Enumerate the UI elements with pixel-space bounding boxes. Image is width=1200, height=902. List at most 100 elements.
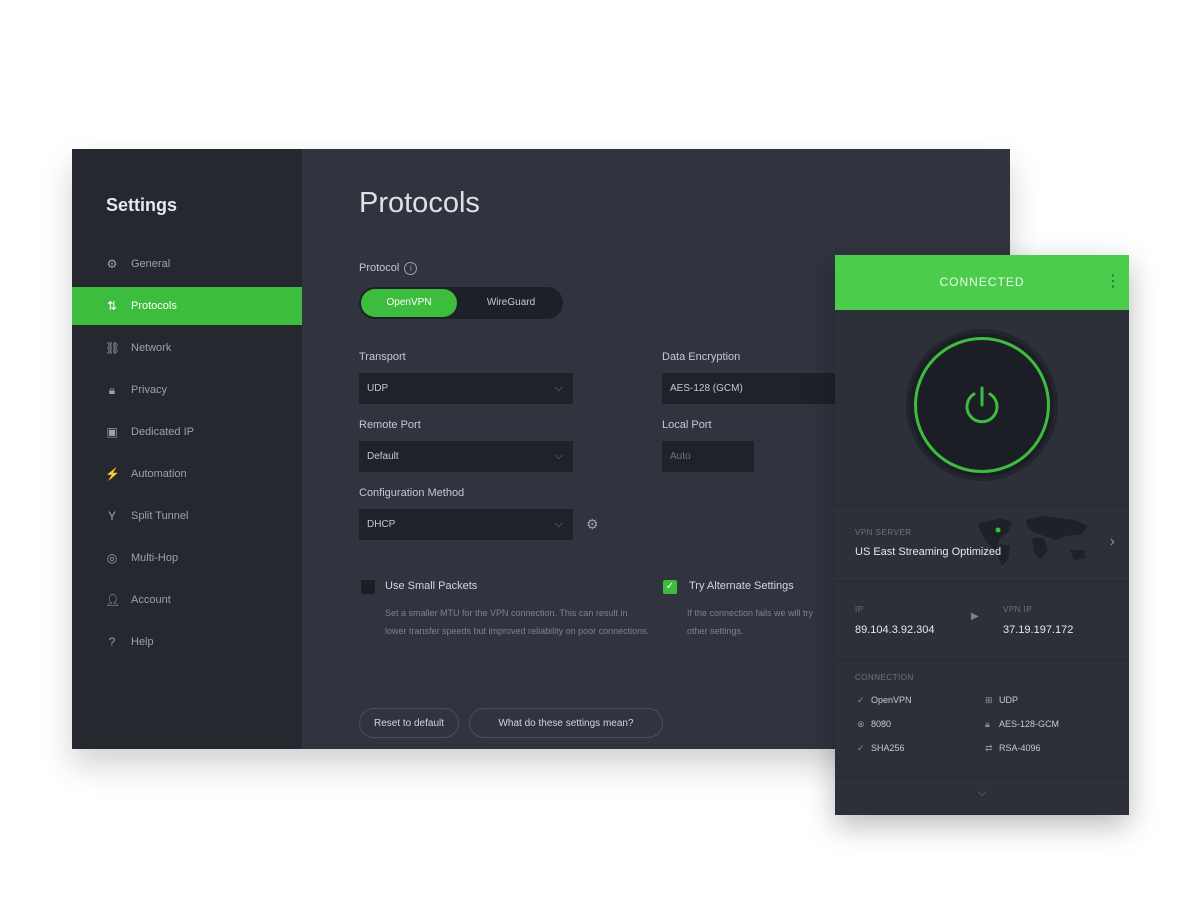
connection-item: ✓ OpenVPN	[857, 695, 912, 706]
alternate-settings-description: If the connection fails we will try othe…	[687, 608, 814, 636]
vpn-ip-label: VPN IP	[1003, 605, 1033, 614]
data-encryption-label: Data Encryption	[662, 351, 741, 363]
network-icon: ⛓	[105, 341, 121, 355]
configuration-method-label: Configuration Method	[359, 487, 465, 499]
protocol-label-row: Protocol i	[359, 262, 418, 275]
account-icon: 👤︎	[105, 593, 121, 607]
sidebar-item-multihop[interactable]: ◎ Multi-Hop	[72, 539, 302, 577]
chevron-down-icon: ⌵	[554, 518, 563, 530]
encryption-icon: 🔒︎	[985, 719, 990, 729]
divider	[835, 505, 1129, 506]
connection-status: CONNECTED	[939, 275, 1025, 289]
sidebar-item-label: Protocols	[131, 300, 177, 312]
location-label: VPN SERVER	[855, 528, 912, 537]
handshake-icon: ⇄	[985, 743, 993, 753]
dedicated-ip-icon: ▣	[106, 425, 118, 439]
local-port-input[interactable]	[662, 441, 754, 472]
divider	[835, 777, 1129, 778]
multihop-icon: ◎	[106, 551, 118, 565]
connection-item-text: SHA256	[871, 743, 905, 753]
connection-item-text: AES-128-GCM	[999, 719, 1060, 729]
connection-label: CONNECTION	[855, 673, 914, 682]
configuration-method-value: DHCP	[367, 519, 396, 530]
connection-item: 🔒︎ AES-128-GCM	[985, 719, 1059, 730]
transport-value: UDP	[367, 383, 389, 394]
sidebar-item-automation[interactable]: ⚡ Automation	[72, 455, 302, 493]
vpn-ip-value: 37.19.197.172	[1003, 624, 1074, 636]
sidebar-item-label: Multi-Hop	[131, 552, 179, 564]
sidebar-item-label: Split Tunnel	[131, 510, 189, 522]
small-packets-checkbox[interactable]	[361, 580, 375, 594]
data-encryption-select[interactable]: AES-128 (GCM)	[662, 373, 836, 404]
connection-item-text: UDP	[999, 695, 1019, 705]
ip-value: 89.104.3.92.304	[855, 624, 935, 636]
chevron-down-icon: ⌵	[554, 450, 563, 462]
connection-item: ⊞ UDP	[985, 695, 1018, 706]
port-icon: ⊗	[857, 719, 865, 729]
remote-port-value: Default	[367, 451, 399, 462]
vpn-widget: CONNECTED ⋮ VPN SERVER US East Streaming…	[835, 255, 1129, 815]
configuration-method-select[interactable]: DHCP ⌵	[359, 509, 573, 540]
sidebar-item-label: Privacy	[131, 384, 168, 396]
settings-icon: ⚙	[106, 257, 118, 271]
chevron-down-icon[interactable]: ⌵	[835, 785, 1129, 800]
sidebar-title: Settings	[106, 195, 178, 215]
sidebar-item-label: Dedicated IP	[131, 426, 194, 438]
check-icon: ✓	[665, 581, 675, 592]
local-port-label: Local Port	[662, 419, 712, 431]
ip-label: IP	[855, 605, 864, 614]
help-icon: ?	[108, 635, 116, 649]
connection-item: ⊗ 8080	[857, 719, 891, 730]
data-encryption-value: AES-128 (GCM)	[670, 383, 743, 394]
small-packets-label: Use Small Packets	[385, 580, 478, 592]
sidebar-item-label: General	[131, 258, 171, 270]
sidebar-item-account[interactable]: 👤︎ Account	[72, 581, 302, 619]
divider	[835, 581, 1129, 582]
sidebar-item-privacy[interactable]: 🔒︎ Privacy	[72, 371, 302, 409]
protocol-icon: ⇅	[106, 299, 118, 313]
reset-default-button[interactable]: Reset to default	[359, 708, 459, 738]
location-name[interactable]: US East Streaming Optimized	[855, 546, 1001, 558]
chevron-right-icon[interactable]: ›	[1110, 533, 1115, 551]
protocol-option-wireguard[interactable]: WireGuard	[461, 289, 561, 317]
small-packets-description: Set a smaller MTU for the VPN connection…	[385, 608, 650, 636]
more-menu-icon[interactable]: ⋮	[1105, 269, 1121, 295]
connection-item-text: OpenVPN	[871, 695, 912, 705]
sidebar-item-label: Help	[131, 636, 154, 648]
sidebar-item-split-tunnel[interactable]: Y Split Tunnel	[72, 497, 302, 535]
transport-select[interactable]: UDP ⌵	[359, 373, 573, 404]
sidebar-nav: ⚙ General ⇅ Protocols ⛓ Network 🔒︎ Priva…	[72, 245, 302, 665]
transport-icon: ⊞	[985, 695, 993, 705]
connection-item-text: 8080	[871, 719, 892, 729]
power-icon	[965, 386, 999, 424]
power-button[interactable]	[914, 337, 1050, 473]
lock-icon: 🔒︎	[108, 383, 116, 397]
remote-port-label: Remote Port	[359, 419, 421, 431]
sidebar-item-protocols[interactable]: ⇅ Protocols	[72, 287, 302, 325]
alternate-settings-checkbox[interactable]: ✓	[663, 580, 677, 594]
sidebar-item-dedicated-ip[interactable]: ▣ Dedicated IP	[72, 413, 302, 451]
info-icon[interactable]: i	[404, 262, 418, 275]
sidebar-item-network[interactable]: ⛓ Network	[72, 329, 302, 367]
chevron-down-icon: ⌵	[554, 382, 563, 394]
sidebar: Settings ⚙ General ⇅ Protocols ⛓ Network…	[72, 149, 302, 749]
protocol-icon: ✓	[857, 695, 865, 705]
gear-icon[interactable]: ⚙	[586, 516, 599, 533]
sidebar-item-label: Network	[131, 342, 172, 354]
sidebar-item-label: Account	[131, 594, 171, 606]
protocol-toggle: OpenVPN WireGuard	[359, 287, 563, 319]
arrow-right-icon: ▶	[971, 611, 979, 622]
sidebar-item-label: Automation	[131, 468, 187, 480]
status-header: CONNECTED ⋮	[835, 255, 1129, 310]
sidebar-item-general[interactable]: ⚙ General	[72, 245, 302, 283]
remote-port-select[interactable]: Default ⌵	[359, 441, 573, 472]
world-map-icon	[978, 516, 1088, 566]
settings-help-button[interactable]: What do these settings mean?	[469, 708, 663, 738]
automation-icon: ⚡	[105, 467, 120, 481]
page-title: Protocols	[359, 187, 480, 219]
connection-item-text: RSA-4096	[999, 743, 1041, 753]
protocol-option-openvpn[interactable]: OpenVPN	[361, 289, 457, 317]
transport-label: Transport	[359, 351, 406, 363]
split-tunnel-icon: Y	[107, 509, 116, 523]
sidebar-item-help[interactable]: ? Help	[72, 623, 302, 661]
